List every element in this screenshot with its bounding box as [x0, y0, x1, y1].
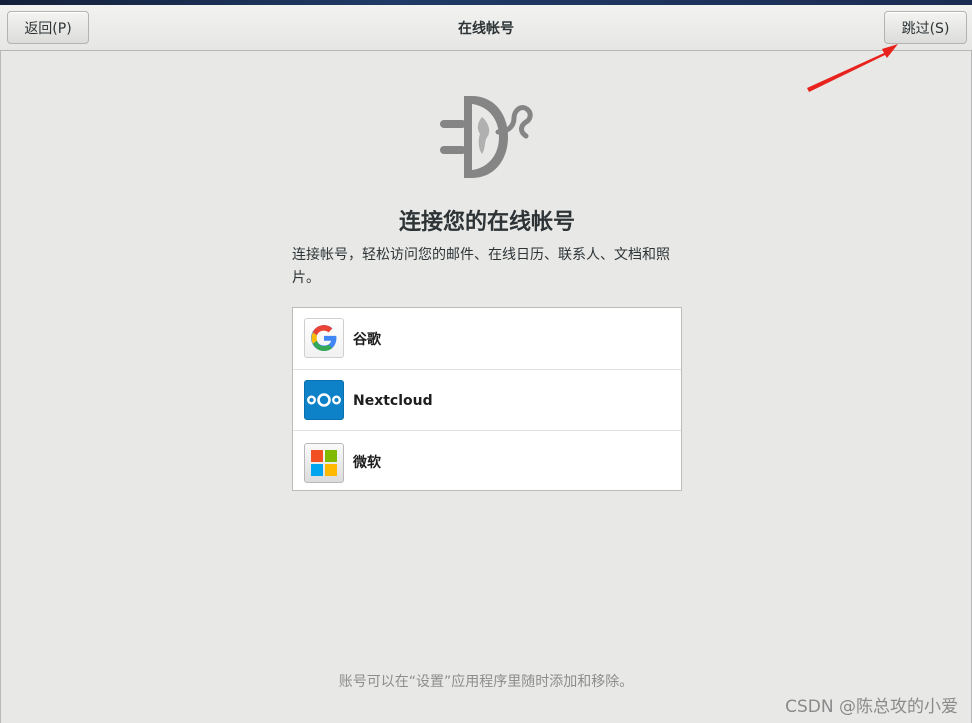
page-description: 连接帐号，轻松访问您的邮件、在线日历、联系人、文档和照片。 [292, 247, 670, 286]
online-accounts-logo-icon [440, 96, 533, 178]
microsoft-icon [304, 443, 344, 483]
provider-label: 微软 [353, 454, 381, 471]
nextcloud-icon [304, 380, 344, 420]
footer-hint: 账号可以在“设置”应用程序里随时添加和移除。 [338, 674, 634, 690]
provider-google[interactable]: 谷歌 [293, 308, 681, 369]
provider-microsoft[interactable]: 微软 [293, 430, 681, 491]
provider-label: Nextcloud [353, 392, 433, 409]
watermark: CSDN @陈总攻的小爱 [785, 697, 958, 717]
provider-list: 谷歌 Nextcloud 微软 [292, 307, 682, 491]
provider-label: 谷歌 [353, 331, 381, 348]
page-heading: 连接您的在线帐号 [398, 210, 575, 235]
red-arrow-annotation [807, 44, 898, 92]
google-icon [304, 318, 344, 358]
provider-nextcloud[interactable]: Nextcloud [293, 369, 681, 430]
